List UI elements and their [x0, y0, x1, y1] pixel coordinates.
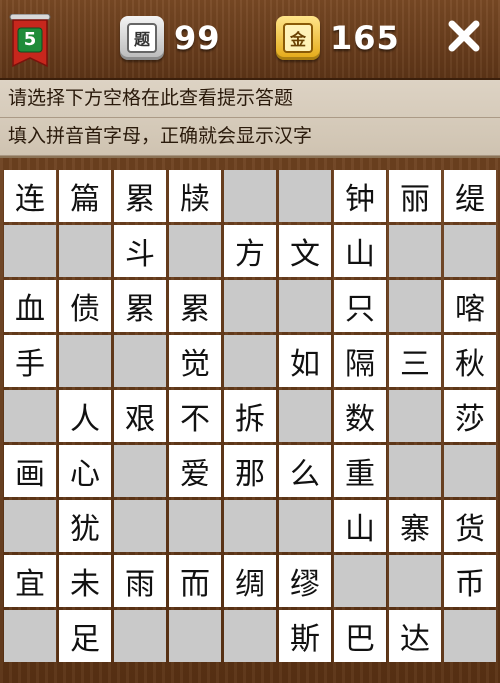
board-cell-empty[interactable]: [114, 335, 166, 387]
board-cell-filled: 觉: [169, 335, 221, 387]
board-cell-filled: 只: [334, 280, 386, 332]
hint-panel: 请选择下方空格在此查看提示答题 填入拼音首字母，正确就会显示汉字: [0, 80, 500, 158]
board-cell-filled: 喀: [444, 280, 496, 332]
board-cell-filled: 爱: [169, 445, 221, 497]
gold-tile-icon: 金: [276, 16, 320, 60]
board-cell-filled: 债: [59, 280, 111, 332]
board-cell-filled: 斯: [279, 610, 331, 662]
board-cell-filled: 画: [4, 445, 56, 497]
board-cell-empty[interactable]: [389, 555, 441, 607]
board-cell-empty[interactable]: [169, 500, 221, 552]
board-cell-filled: 艰: [114, 390, 166, 442]
board-cell-filled: 三: [389, 335, 441, 387]
board-cell-filled: 牍: [169, 170, 221, 222]
board-cell-filled: 斗: [114, 225, 166, 277]
board-cell-filled: 隔: [334, 335, 386, 387]
board-cell-empty[interactable]: [224, 280, 276, 332]
questions-count: 99: [174, 19, 221, 57]
board-cell-filled: 币: [444, 555, 496, 607]
level-badge: 5: [8, 13, 52, 72]
board-cell-filled: 心: [59, 445, 111, 497]
board-cell-filled: 数: [334, 390, 386, 442]
board-cell-empty[interactable]: [279, 170, 331, 222]
board-cell-empty[interactable]: [4, 610, 56, 662]
questions-tile-icon: 题: [120, 16, 164, 60]
board-cell-filled: 犹: [59, 500, 111, 552]
board-cell-filled: 文: [279, 225, 331, 277]
board-cell-filled: 山: [334, 225, 386, 277]
board-cell-filled: 未: [59, 555, 111, 607]
board-cell-empty[interactable]: [114, 610, 166, 662]
board-cell-filled: 钟: [334, 170, 386, 222]
close-button[interactable]: [442, 14, 486, 58]
board-cell-filled: 秋: [444, 335, 496, 387]
hint-line-2: 填入拼音首字母，正确就会显示汉字: [0, 118, 500, 156]
board-cell-empty[interactable]: [4, 500, 56, 552]
board-cell-filled: 货: [444, 500, 496, 552]
board-cell-filled: 篇: [59, 170, 111, 222]
board-cell-empty[interactable]: [224, 335, 276, 387]
gold-tile-label: 金: [283, 23, 313, 53]
board-cell-empty[interactable]: [4, 390, 56, 442]
crossword-board: 连篇累牍钟丽缇斗方文山血债累累只喀手觉如隔三秋人艰不拆数莎画心爱那么重犹山寨货宜…: [4, 170, 496, 662]
board-cell-filled: 丽: [389, 170, 441, 222]
board-cell-filled: 足: [59, 610, 111, 662]
board-cell-empty[interactable]: [169, 610, 221, 662]
hint-line-1: 请选择下方空格在此查看提示答题: [0, 80, 500, 118]
board-cell-filled: 手: [4, 335, 56, 387]
board-cell-empty[interactable]: [224, 500, 276, 552]
board-cell-empty[interactable]: [389, 445, 441, 497]
board-cell-filled: 连: [4, 170, 56, 222]
gold-count: 165: [330, 19, 400, 57]
board-cell-filled: 巴: [334, 610, 386, 662]
board-cell-empty[interactable]: [279, 500, 331, 552]
board-cell-empty[interactable]: [59, 225, 111, 277]
gold-stat: 金 165: [276, 16, 400, 60]
close-icon: [448, 20, 480, 52]
board-cell-empty[interactable]: [114, 500, 166, 552]
board-cell-filled: 绸: [224, 555, 276, 607]
board-cell-empty[interactable]: [224, 610, 276, 662]
board-cell-empty[interactable]: [334, 555, 386, 607]
board-cell-filled: 血: [4, 280, 56, 332]
board-cell-filled: 达: [389, 610, 441, 662]
board-cell-filled: 山: [334, 500, 386, 552]
board-cell-filled: 缪: [279, 555, 331, 607]
top-bar: 5 题 99 金 165: [0, 0, 500, 80]
board-cell-filled: 寨: [389, 500, 441, 552]
board-cell-filled: 累: [169, 280, 221, 332]
board-cell-empty[interactable]: [4, 225, 56, 277]
board-cell-empty[interactable]: [224, 170, 276, 222]
board-cell-empty[interactable]: [279, 280, 331, 332]
board-cell-empty[interactable]: [279, 390, 331, 442]
board-cell-filled: 人: [59, 390, 111, 442]
board-cell-filled: 而: [169, 555, 221, 607]
board-cell-empty[interactable]: [389, 225, 441, 277]
board-cell-filled: 莎: [444, 390, 496, 442]
board-cell-filled: 累: [114, 170, 166, 222]
board-cell-filled: 宜: [4, 555, 56, 607]
board-cell-filled: 雨: [114, 555, 166, 607]
level-number: 5: [23, 29, 37, 50]
board-cell-filled: 累: [114, 280, 166, 332]
board-cell-empty[interactable]: [59, 335, 111, 387]
board-cell-filled: 方: [224, 225, 276, 277]
board-cell-filled: 不: [169, 390, 221, 442]
board-cell-empty[interactable]: [389, 280, 441, 332]
board-cell-filled: 么: [279, 445, 331, 497]
board-cell-filled: 拆: [224, 390, 276, 442]
board-cell-empty[interactable]: [114, 445, 166, 497]
questions-stat: 题 99: [120, 16, 221, 60]
board-cell-filled: 重: [334, 445, 386, 497]
board-cell-filled: 缇: [444, 170, 496, 222]
board-area: 连篇累牍钟丽缇斗方文山血债累累只喀手觉如隔三秋人艰不拆数莎画心爱那么重犹山寨货宜…: [0, 158, 500, 683]
board-cell-empty[interactable]: [444, 225, 496, 277]
board-cell-filled: 那: [224, 445, 276, 497]
board-cell-empty[interactable]: [444, 610, 496, 662]
board-cell-filled: 如: [279, 335, 331, 387]
board-cell-empty[interactable]: [444, 445, 496, 497]
board-cell-empty[interactable]: [169, 225, 221, 277]
board-cell-empty[interactable]: [389, 390, 441, 442]
questions-tile-label: 题: [127, 23, 157, 53]
